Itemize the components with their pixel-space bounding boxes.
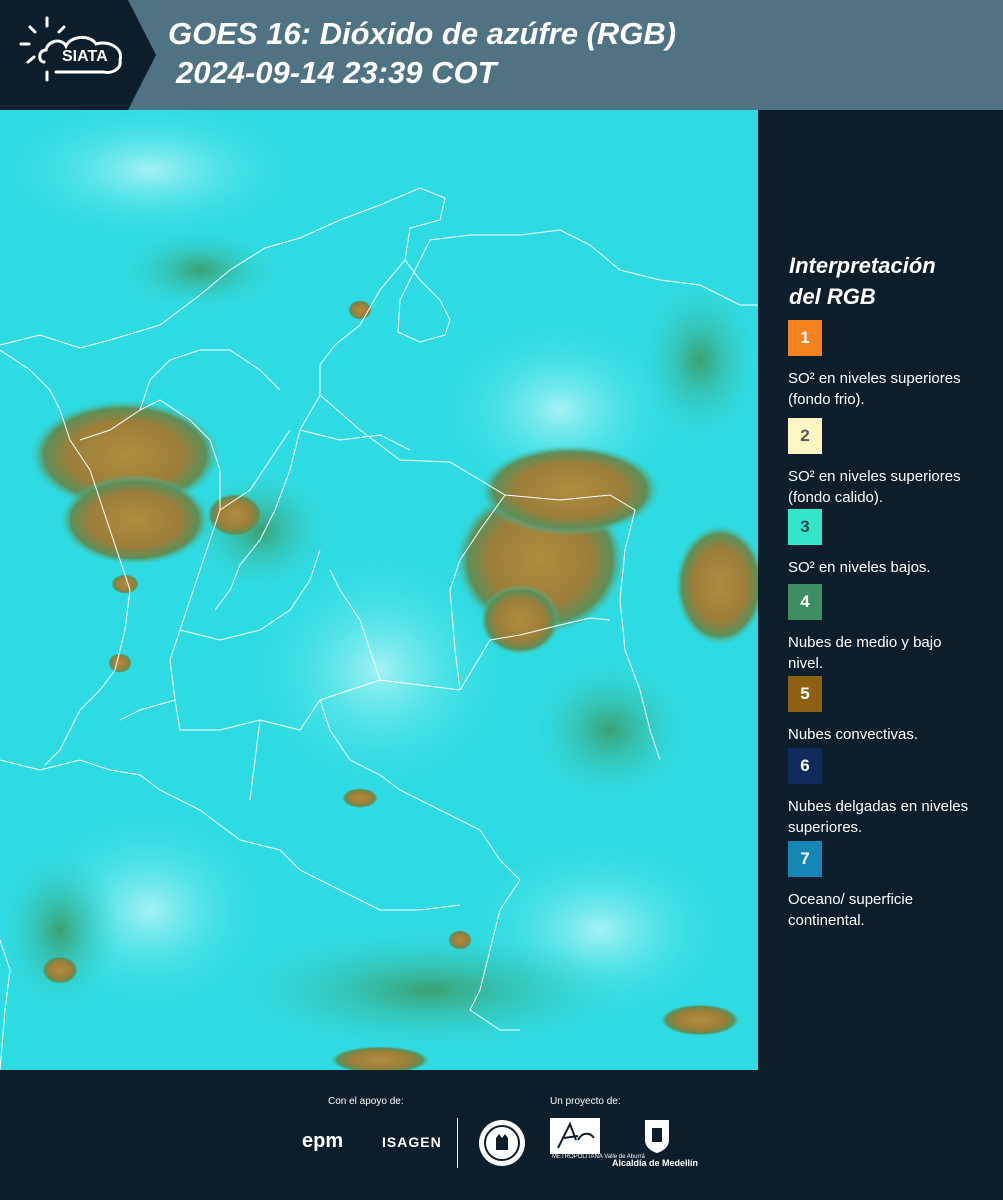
legend-item-7: 7 Oceano/ superficie continental. [788,841,1000,931]
convective-cloud [660,1004,740,1036]
epm-logo: epm [302,1130,344,1152]
convective-cloud [60,475,210,565]
project-label: Un proyecto de: [550,1096,621,1107]
legend-swatch: 1 [788,320,822,356]
timestamp: 2024-09-14 23:39 COT [176,55,497,90]
convective-cloud [42,956,78,984]
alcaldia-shield-logo [645,1120,669,1153]
alcaldia-label: Alcaldía de Medellín [612,1158,699,1168]
siata-logo: SIATA [0,0,160,110]
legend-item-1: 1 SO² en niveles superiores (fondo frio). [788,320,1000,410]
cloud-mid [640,280,758,440]
legend-swatch: 6 [788,748,822,784]
legend-title-line2: del RGB [789,284,876,309]
isagen-logo: ISAGEN [382,1134,442,1150]
legend-item-5: 5 Nubes convectivas. [788,676,1000,745]
convective-cloud [448,930,472,950]
legend-item-2: 2 SO² en niveles superiores (fondo calido… [788,418,1000,508]
legend-swatch: 7 [788,841,822,877]
convective-cloud [108,653,132,673]
legend-label: Oceano/ superficie continental. [788,891,914,929]
header-bar: SIATA GOES 16: Dióxido de azúfre (RGB) 2… [0,0,1003,110]
legend-title: Interpretación del RGB [789,250,989,312]
logo-text: SIATA [62,48,108,65]
legend-title-line1: Interpretación [789,253,936,278]
convective-cloud [480,585,560,655]
legend-swatch: 4 [788,584,822,620]
cloud-mid [230,930,630,1050]
page-title: GOES 16: Dióxido de azúfre (RGB) [168,16,677,51]
convective-cloud [342,788,378,808]
cloud-mid [0,850,120,1010]
convective-cloud [111,574,139,594]
cloud-mid [120,230,280,310]
legend-label: SO² en niveles superiores (fondo calido)… [788,468,961,506]
legend-swatch: 5 [788,676,822,712]
support-label: Con el apoyo de: [328,1096,404,1107]
cloud-mid [190,470,330,590]
legend-label: Nubes convectivas. [788,726,919,743]
legend-label: Nubes delgadas en niveles superiores. [788,798,969,836]
legend-swatch: 3 [788,509,822,545]
satellite-map [0,110,758,1070]
divider [457,1118,458,1168]
legend-label: SO² en niveles superiores (fondo frio). [788,370,961,408]
legend-item-3: 3 SO² en niveles bajos. [788,509,1000,578]
legend-label: Nubes de medio y bajo nivel. [788,634,942,672]
seal-logo [479,1120,525,1166]
legend-label: SO² en niveles bajos. [788,559,931,576]
area-metropolitana-logo [550,1118,600,1154]
legend-item-4: 4 Nubes de medio y bajo nivel. [788,584,1000,674]
convective-cloud [480,445,660,535]
legend-item-6: 6 Nubes delgadas en niveles superiores. [788,748,1000,838]
legend-panel: Interpretación del RGB 1 SO² en niveles s… [760,110,1003,1070]
cloud-mid [530,660,690,800]
footer: Con el apoyo de: Un proyecto de: epm ISA… [0,1070,1003,1200]
legend-swatch: 2 [788,418,822,454]
